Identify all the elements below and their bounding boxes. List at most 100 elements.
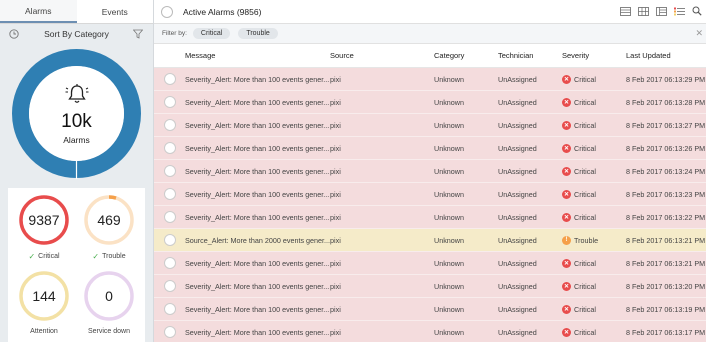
filter-chip-critical[interactable]: Critical (192, 28, 231, 39)
row-technician[interactable]: UnAssigned (498, 121, 562, 130)
row-select-radio[interactable] (163, 188, 176, 200)
select-all-radio[interactable] (161, 5, 173, 18)
row-source[interactable]: pixi (330, 190, 434, 199)
list-view-icon[interactable] (620, 6, 631, 18)
row-source[interactable]: pixi (330, 305, 434, 314)
row-source[interactable]: pixi (330, 98, 434, 107)
row-select-radio[interactable] (163, 257, 176, 269)
row-message[interactable]: Severity_Alert: More than 100 events gen… (185, 144, 330, 153)
donut-center: 10k Alarms (11, 48, 142, 179)
row-message[interactable]: Severity_Alert: More than 100 events gen… (185, 190, 330, 199)
table-row[interactable]: Severity_Alert: More than 100 events gen… (154, 252, 706, 275)
row-source[interactable]: pixi (330, 121, 434, 130)
col-message[interactable]: Message (185, 51, 330, 60)
page-title: Active Alarms (9856) (183, 6, 262, 17)
row-severity: ✕ Critical (562, 281, 626, 291)
table-row[interactable]: Severity_Alert: More than 100 events gen… (154, 183, 706, 206)
legend-icon[interactable] (674, 7, 685, 18)
row-message[interactable]: Severity_Alert: More than 100 events gen… (185, 213, 330, 222)
row-message[interactable]: Severity_Alert: More than 100 events gen… (185, 328, 330, 337)
row-technician[interactable]: UnAssigned (498, 236, 562, 245)
check-icon: ✓ (92, 252, 100, 261)
row-message[interactable]: Severity_Alert: More than 100 events gen… (185, 121, 330, 130)
table-row[interactable]: Severity_Alert: More than 100 events gen… (154, 160, 706, 183)
row-select-radio[interactable] (163, 234, 176, 246)
row-select-radio[interactable] (163, 326, 176, 338)
row-select-radio[interactable] (163, 96, 176, 108)
row-source[interactable]: pixi (330, 236, 434, 245)
filter-chip-trouble[interactable]: Trouble (238, 28, 278, 39)
grid-view-icon[interactable] (638, 6, 649, 18)
row-message[interactable]: Severity_Alert: More than 100 events gen… (185, 282, 330, 291)
row-severity-label: Critical (574, 327, 596, 337)
filter-icon[interactable] (132, 29, 144, 41)
col-source[interactable]: Source (330, 51, 434, 60)
column-view-icon[interactable] (656, 6, 667, 18)
table-row[interactable]: Severity_Alert: More than 100 events gen… (154, 114, 706, 137)
row-select-radio[interactable] (163, 73, 176, 85)
row-technician[interactable]: UnAssigned (498, 328, 562, 337)
row-technician[interactable]: UnAssigned (498, 190, 562, 199)
table-row[interactable]: Severity_Alert: More than 100 events gen… (154, 206, 706, 229)
row-technician[interactable]: UnAssigned (498, 98, 562, 107)
row-technician[interactable]: UnAssigned (498, 213, 562, 222)
clock-icon[interactable] (9, 29, 19, 41)
trouble-count: 469 (97, 212, 121, 228)
card-service-down[interactable]: 0 Service down (79, 270, 139, 335)
row-technician[interactable]: UnAssigned (498, 305, 562, 314)
row-last-updated: 8 Feb 2017 06:13:19 PM S (626, 304, 706, 314)
table-row[interactable]: Severity_Alert: More than 100 events gen… (154, 321, 706, 342)
row-severity: ✕ Critical (562, 97, 626, 107)
card-trouble[interactable]: 469 ✓ Trouble (79, 194, 139, 261)
row-technician[interactable]: UnAssigned (498, 75, 562, 84)
row-last-updated: 8 Feb 2017 06:13:28 PM S (626, 97, 706, 107)
table-row[interactable]: Severity_Alert: More than 100 events gen… (154, 137, 706, 160)
row-select-radio[interactable] (163, 119, 176, 131)
tab-alarms[interactable]: Alarms (0, 0, 77, 23)
row-technician[interactable]: UnAssigned (498, 144, 562, 153)
card-attention[interactable]: 144 Attention (14, 270, 74, 335)
table-row[interactable]: Severity_Alert: More than 100 events gen… (154, 68, 706, 91)
search-icon[interactable] (692, 6, 702, 18)
row-category: Unknown (434, 74, 464, 84)
col-category[interactable]: Category (434, 51, 498, 60)
row-technician[interactable]: UnAssigned (498, 259, 562, 268)
col-severity[interactable]: Severity (562, 51, 626, 60)
row-source[interactable]: pixi (330, 282, 434, 291)
row-technician[interactable]: UnAssigned (498, 167, 562, 176)
row-select-radio[interactable] (163, 303, 176, 315)
row-source[interactable]: pixi (330, 213, 434, 222)
tab-events[interactable]: Events (77, 0, 154, 23)
row-message[interactable]: Severity_Alert: More than 100 events gen… (185, 305, 330, 314)
close-icon[interactable]: ✕ (695, 28, 703, 39)
row-message[interactable]: Severity_Alert: More than 100 events gen… (185, 259, 330, 268)
critical-severity-icon: ✕ (562, 120, 571, 130)
row-select-radio[interactable] (163, 165, 176, 177)
col-last-updated[interactable]: Last Updated (626, 51, 706, 60)
table-row[interactable]: Severity_Alert: More than 100 events gen… (154, 298, 706, 321)
row-message[interactable]: Severity_Alert: More than 100 events gen… (185, 167, 330, 176)
row-technician[interactable]: UnAssigned (498, 282, 562, 291)
sort-label[interactable]: Sort By Category (44, 29, 109, 39)
row-message[interactable]: Severity_Alert: More than 100 events gen… (185, 98, 330, 107)
row-severity: ! Trouble (562, 235, 626, 245)
filter-bar: Filter by: Critical Trouble ✕ (154, 24, 706, 44)
row-source[interactable]: pixi (330, 259, 434, 268)
col-technician[interactable]: Technician (498, 51, 562, 60)
row-source[interactable]: pixi (330, 167, 434, 176)
row-select-radio[interactable] (163, 211, 176, 223)
row-source[interactable]: pixi (330, 328, 434, 337)
row-select-radio[interactable] (163, 142, 176, 154)
table-row[interactable]: Source_Alert: More than 2000 events gene… (154, 229, 706, 252)
card-critical[interactable]: 9387 ✓ Critical (14, 194, 74, 261)
table-row[interactable]: Severity_Alert: More than 100 events gen… (154, 275, 706, 298)
row-message[interactable]: Source_Alert: More than 2000 events gene… (185, 236, 330, 245)
row-source[interactable]: pixi (330, 144, 434, 153)
row-severity-label: Critical (574, 143, 596, 153)
table-body: Severity_Alert: More than 100 events gen… (154, 68, 706, 342)
table-row[interactable]: Severity_Alert: More than 100 events gen… (154, 91, 706, 114)
row-select-radio[interactable] (163, 280, 176, 292)
row-message[interactable]: Severity_Alert: More than 100 events gen… (185, 75, 330, 84)
row-source[interactable]: pixi (330, 75, 434, 84)
row-category: Unknown (434, 258, 464, 268)
